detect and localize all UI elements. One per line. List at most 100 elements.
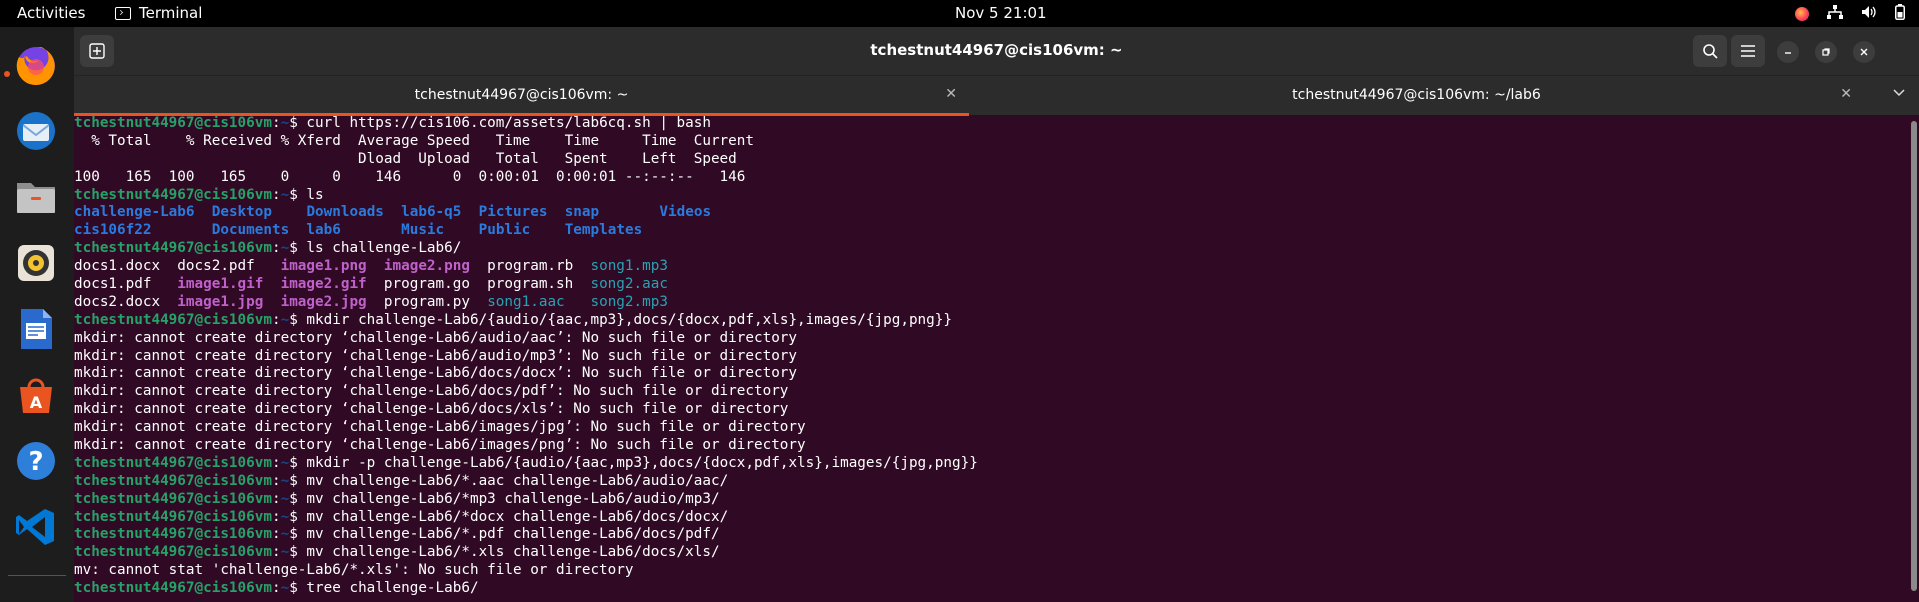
file-entry: image2.gif [280, 276, 367, 293]
command-line: tchestnut44967@cis106vm:~$ mv challenge-… [74, 509, 1908, 527]
output-line: mkdir: cannot create directory ‘challeng… [74, 365, 798, 382]
network-icon[interactable] [1827, 5, 1843, 23]
prompt-directory: ~ [280, 311, 290, 328]
directory-entry: cis106f22 [74, 222, 152, 239]
prompt-symbol: $ [289, 454, 307, 471]
maximize-button[interactable] [1815, 41, 1837, 63]
command-line: tchestnut44967@cis106vm:~$ curl https://… [74, 115, 1908, 133]
firefox-indicator-icon[interactable] [1795, 7, 1809, 21]
file-entry: image2.jpg [280, 293, 367, 310]
directory-entry: Documents [211, 222, 290, 239]
search-icon [1703, 44, 1718, 59]
prompt-separator: : [271, 508, 281, 525]
close-button[interactable] [1853, 41, 1875, 63]
rhythmbox-icon[interactable] [12, 239, 60, 287]
title-bar[interactable]: tchestnut44967@cis106vm: ~ [74, 27, 1919, 75]
spacer: program.py [366, 293, 488, 310]
tabs-menu-chevron-icon[interactable] [1893, 86, 1905, 101]
battery-icon[interactable] [1895, 4, 1905, 24]
thunderbird-icon[interactable] [12, 107, 60, 155]
prompt-symbol: $ [289, 115, 307, 131]
file-entry: song1.mp3 [590, 258, 668, 275]
prompt-symbol: $ [289, 580, 307, 597]
file-entry: song2.aac [590, 276, 668, 293]
command-text: mkdir -p challenge-Lab6/{audio/{aac,mp3}… [306, 454, 978, 471]
prompt-symbol: $ [289, 526, 307, 543]
firefox-icon[interactable] [12, 41, 60, 89]
command-line: tchestnut44967@cis106vm:~$ mv challenge-… [74, 544, 1908, 562]
command-line: tchestnut44967@cis106vm:~$ ls challenge-… [74, 240, 1908, 258]
directory-entry: Pictures [478, 204, 548, 221]
app-center-icon[interactable]: A [12, 371, 60, 419]
prompt-user: tchestnut44967@cis106vm [74, 186, 272, 203]
prompt-separator: : [271, 115, 281, 131]
tab-label: tchestnut44967@cis106vm: ~ [414, 87, 629, 103]
prompt-directory: ~ [280, 186, 290, 203]
search-button[interactable] [1693, 35, 1727, 67]
command-text: curl https://cis106.com/assets/lab6cq.sh… [306, 115, 711, 131]
system-tray[interactable] [1795, 4, 1905, 24]
command-text: ls [306, 186, 324, 203]
command-text: ls challenge-Lab6/ [306, 240, 462, 257]
file-entry: song2.mp3 [590, 293, 668, 310]
command-line: tchestnut44967@cis106vm:~$ mv challenge-… [74, 526, 1908, 544]
clock[interactable]: Nov 5 21:01 [955, 4, 1047, 22]
directory-entry: Desktop [211, 204, 272, 221]
tab-lab6[interactable]: tchestnut44967@cis106vm: ~/lab6 ✕ [969, 76, 1864, 116]
prompt-separator: : [271, 186, 281, 203]
command-text: tree challenge-Lab6/ [306, 580, 479, 597]
file-entry: image1.jpg [177, 293, 264, 310]
command-text: mv challenge-Lab6/*.pdf challenge-Lab6/d… [306, 526, 720, 543]
dock-separator [8, 575, 66, 576]
files-icon[interactable] [12, 173, 60, 221]
prompt-directory: ~ [280, 508, 290, 525]
prompt-separator: : [271, 490, 281, 507]
directory-entry: Videos [659, 204, 712, 221]
libreoffice-writer-icon[interactable] [12, 305, 60, 353]
tab-close-icon[interactable]: ✕ [945, 86, 957, 102]
output-line: 100 165 100 165 0 0 146 0 0:00:01 0:00:0… [74, 168, 746, 185]
prompt-symbol: $ [289, 490, 307, 507]
prompt-separator: : [271, 526, 281, 543]
menu-button[interactable] [1731, 35, 1765, 67]
prompt-user: tchestnut44967@cis106vm [74, 490, 272, 507]
output-line: docs1.pdf image1.gif image2.gif program.… [74, 276, 1908, 294]
prompt-directory: ~ [280, 115, 290, 131]
file-entry: image1.gif [177, 276, 264, 293]
scrollbar[interactable] [1911, 121, 1917, 591]
prompt-user: tchestnut44967@cis106vm [74, 580, 272, 597]
help-icon[interactable]: ? [12, 437, 60, 485]
tab-close-icon[interactable]: ✕ [1840, 86, 1852, 102]
prompt-symbol: $ [289, 508, 307, 525]
prompt-separator: : [271, 544, 281, 561]
tab-home[interactable]: tchestnut44967@cis106vm: ~ ✕ [74, 76, 969, 116]
directory-entry: snap [564, 204, 600, 221]
output-line: % Total % Received % Xferd Average Speed… [74, 132, 754, 149]
prompt-directory: ~ [280, 454, 290, 471]
activities-button[interactable]: Activities [17, 4, 85, 22]
spacer: docs1.docx docs2.pdf [74, 258, 281, 275]
dock: A ? [0, 27, 74, 602]
app-menu[interactable]: Terminal [115, 4, 202, 22]
app-name: Terminal [139, 4, 203, 22]
prompt-user: tchestnut44967@cis106vm [74, 115, 272, 131]
volume-icon[interactable] [1861, 5, 1877, 23]
minimize-button[interactable] [1777, 41, 1799, 63]
command-text: mv challenge-Lab6/*mp3 challenge-Lab6/au… [306, 490, 720, 507]
spacer: docs2.docx [74, 293, 178, 310]
top-bar: Activities Terminal Nov 5 21:01 [0, 0, 1919, 27]
vscode-icon[interactable] [12, 503, 60, 551]
command-line: tchestnut44967@cis106vm:~$ mkdir -p chal… [74, 455, 1908, 473]
directory-entry: Public [478, 222, 531, 239]
tab-bar: tchestnut44967@cis106vm: ~ ✕ tchestnut44… [74, 75, 1919, 116]
prompt-directory: ~ [280, 526, 290, 543]
prompt-user: tchestnut44967@cis106vm [74, 544, 272, 561]
terminal-output[interactable]: tchestnut44967@cis106vm:~$ curl https://… [74, 115, 1908, 602]
output-line: cis106f22 Documents lab6 Music Public Te… [74, 222, 1908, 240]
